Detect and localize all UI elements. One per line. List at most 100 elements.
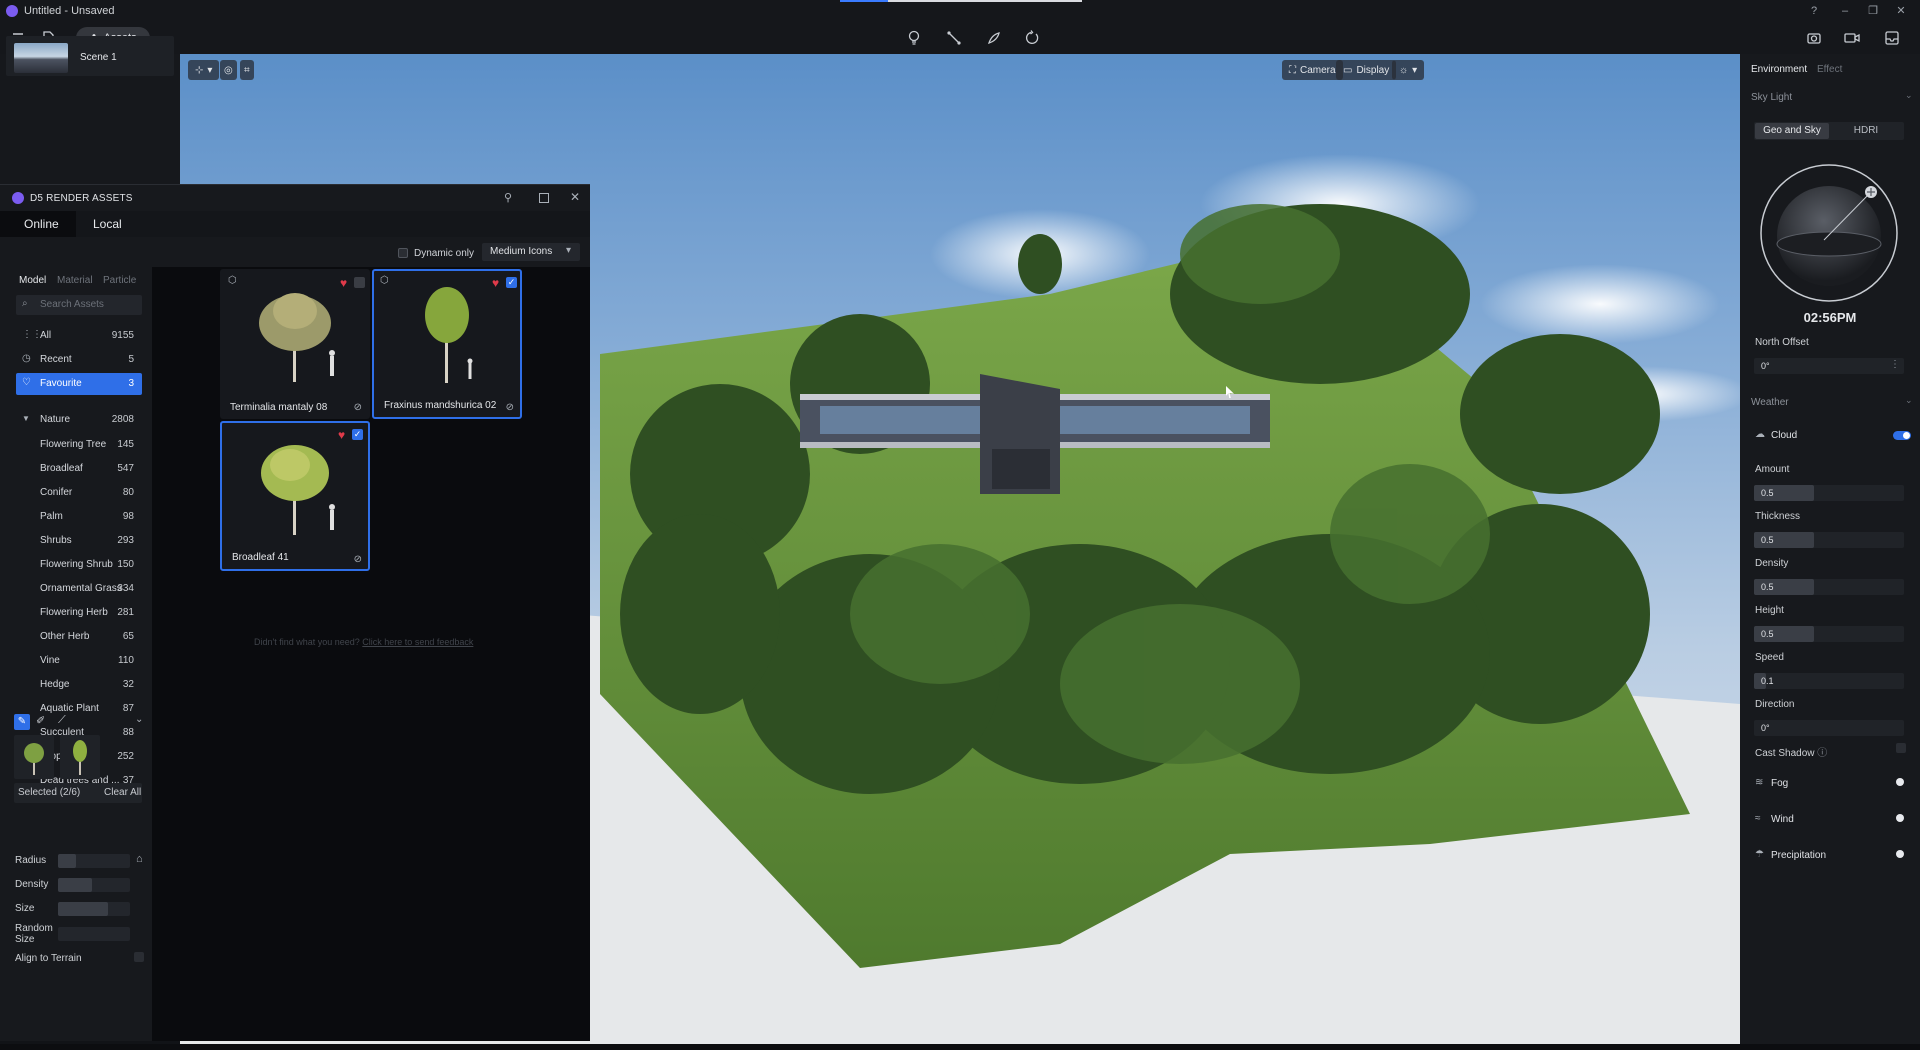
light-bulb-icon[interactable] [904, 28, 924, 48]
asset-select-checkbox[interactable]: ✓ [352, 429, 363, 440]
brush-tool-icon[interactable] [984, 28, 1004, 48]
display-button-label: Display [1356, 64, 1390, 76]
subcategory-item[interactable]: Vine 110 [16, 649, 142, 673]
cloud-param-slider[interactable]: 0.1 [1754, 673, 1904, 689]
subcategory-item[interactable]: Hedge 32 [16, 673, 142, 697]
info-icon[interactable]: ⊘ [354, 554, 362, 565]
north-offset-field[interactable]: 0° ⋮ [1754, 358, 1904, 374]
asset-card-fraxinus[interactable]: ⬡ ♥ ✓ Fraxinus mandshurica 02 ⊘ [372, 269, 522, 419]
category-recent[interactable]: ◷ Recent 5 [16, 349, 142, 371]
assets-filter-bar: Dynamic only Medium Icons ▾ [0, 237, 590, 267]
asset-select-checkbox[interactable]: ✓ [506, 277, 517, 288]
subcategory-item[interactable]: Ornamental Grass 334 [16, 577, 142, 601]
subcategory-count: 145 [117, 439, 134, 450]
chevron-down-icon[interactable]: ⌄ [1905, 90, 1913, 101]
tab-online[interactable]: Online [24, 217, 59, 231]
minimize-button[interactable]: – [1838, 4, 1852, 18]
asset-select-checkbox[interactable] [354, 277, 365, 288]
tab-particle[interactable]: Particle [103, 275, 136, 286]
subcategory-item[interactable]: Palm 98 [16, 505, 142, 529]
eraser-tool-icon[interactable]: ✐ [36, 714, 45, 727]
restore-button[interactable]: ❐ [1866, 4, 1880, 18]
subcategory-item[interactable]: Shrubs 293 [16, 529, 142, 553]
align-to-terrain-checkbox[interactable] [134, 952, 144, 962]
subcategory-item[interactable]: Flowering Herb 281 [16, 601, 142, 625]
display-button[interactable]: ▭ Display [1336, 60, 1397, 80]
tab-material[interactable]: Material [57, 275, 93, 286]
random-size-slider[interactable] [58, 927, 130, 941]
grid-button[interactable]: ⌗ [240, 60, 254, 80]
subcategory-item[interactable]: Aquatic Plant 87 [16, 697, 142, 721]
model-3d-icon: ⬡ [380, 275, 389, 286]
cloud-param-slider[interactable]: 0° [1754, 720, 1904, 736]
camera-button[interactable]: ⛶ Camera [1282, 60, 1343, 80]
asset-card-broadleaf[interactable]: ♥ ✓ Broadleaf 41 ⊘ [220, 421, 370, 571]
light-mode-button[interactable]: ☼ ▾ [1392, 60, 1425, 80]
scene-name[interactable]: Scene 1 [80, 52, 117, 63]
clear-all-button[interactable]: Clear All [104, 787, 141, 798]
measure-tool-icon[interactable] [944, 28, 964, 48]
cloud-toggle[interactable] [1893, 431, 1911, 440]
selected-asset-thumb-2[interactable] [60, 735, 100, 779]
category-all[interactable]: ⋮⋮ All 9155 [16, 325, 142, 347]
search-assets-field[interactable]: ⌕ Search Assets [16, 295, 142, 315]
more-icon[interactable]: ⋮ [1890, 359, 1900, 370]
chevron-down-icon[interactable]: ⌄ [1905, 395, 1913, 406]
asset-card-terminalia[interactable]: ⬡ ♥ Terminalia mantaly 08 ⊘ [220, 269, 370, 419]
close-panel-icon[interactable]: ✕ [570, 190, 580, 204]
hdri-button[interactable]: HDRI [1829, 123, 1903, 139]
subcategory-item[interactable]: Broadleaf 547 [16, 457, 142, 481]
tab-effect[interactable]: Effect [1817, 64, 1842, 75]
info-icon[interactable]: ⊘ [354, 402, 362, 413]
geo-sky-button[interactable]: Geo and Sky [1755, 123, 1829, 139]
tab-local[interactable]: Local [93, 217, 122, 231]
info-icon[interactable]: ⊘ [506, 402, 514, 413]
pin-icon[interactable]: ⚲ [504, 191, 512, 204]
category-nature[interactable]: ▼ Nature 2808 [16, 409, 142, 431]
chevron-down-icon[interactable]: ⌄ [135, 714, 143, 725]
video-icon[interactable] [1842, 28, 1862, 48]
rotate-tool-icon[interactable] [1022, 28, 1042, 48]
cast-shadow-checkbox[interactable] [1896, 743, 1906, 753]
cloud-param-slider[interactable]: 0.5 [1754, 626, 1904, 642]
selected-asset-thumb-1[interactable] [14, 735, 54, 779]
fog-toggle[interactable] [1890, 774, 1908, 790]
tab-environment[interactable]: Environment [1751, 64, 1807, 75]
paint-brush-tool-icon[interactable]: ✎ [14, 714, 30, 730]
dynamic-only-checkbox[interactable] [398, 248, 408, 258]
selected-count: Selected (2/6) [18, 787, 81, 798]
help-icon[interactable]: ? [1807, 4, 1821, 18]
category-favourite[interactable]: ♡ Favourite 3 [16, 373, 142, 395]
wind-toggle[interactable] [1890, 810, 1908, 826]
tab-model[interactable]: Model [19, 275, 46, 286]
help-icon[interactable]: ⓘ [1817, 748, 1827, 759]
tab-local-bg [76, 211, 590, 237]
screenshot-icon[interactable] [1804, 28, 1824, 48]
cloud-param-slider[interactable]: 0.5 [1754, 579, 1904, 595]
path-tool-icon[interactable]: ⟋ [58, 714, 66, 727]
grid-icon: ⌗ [244, 64, 250, 76]
subcategory-item[interactable]: Flowering Tree 145 [16, 433, 142, 457]
view-mode-select[interactable]: Medium Icons ▾ [482, 243, 580, 261]
assets-panel-header: D5 RENDER ASSETS ⚲ ✕ [0, 185, 590, 211]
sun-dial[interactable] [1754, 158, 1904, 308]
axis-gizmo-button[interactable]: ⊹ ▾ [188, 60, 220, 80]
render-queue-icon[interactable] [1882, 28, 1902, 48]
subcategory-item[interactable]: Flowering Shrub 150 [16, 553, 142, 577]
precipitation-toggle[interactable] [1890, 846, 1908, 862]
grid-icon: ⋮⋮ [22, 329, 42, 340]
cloud-param-slider[interactable]: 0.5 [1754, 532, 1904, 548]
feedback-link[interactable]: Click here to send feedback [362, 637, 473, 647]
maximize-icon[interactable] [539, 193, 549, 203]
d5-logo-icon [12, 192, 24, 204]
cloud-param-slider[interactable]: 0.5 [1754, 485, 1904, 501]
time-of-day[interactable]: 02:56PM [1740, 310, 1920, 325]
snap-button[interactable]: ◎ [220, 60, 237, 80]
subcategory-item[interactable]: Other Herb 65 [16, 625, 142, 649]
camera-icon: ⛶ [1289, 64, 1296, 76]
close-window-button[interactable]: ✕ [1894, 4, 1908, 18]
lock-icon[interactable]: ⌂ [136, 853, 143, 865]
tree-thumbnail [425, 287, 473, 383]
subcategory-item[interactable]: Conifer 80 [16, 481, 142, 505]
scene-thumbnail[interactable] [14, 43, 68, 73]
